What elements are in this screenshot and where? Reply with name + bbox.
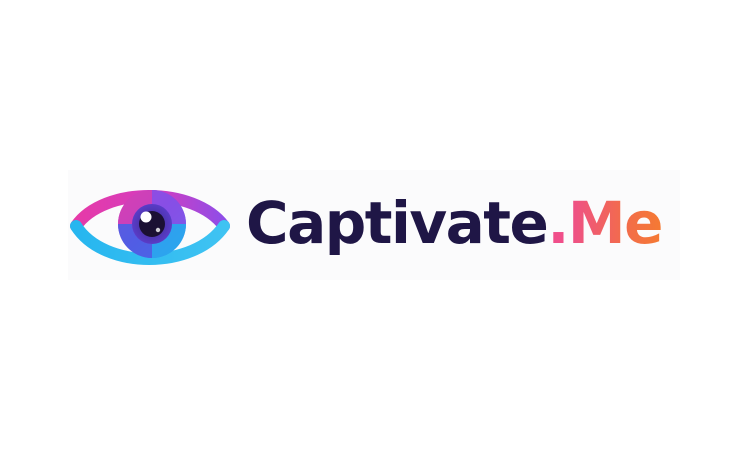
- brand-name-suffix: Me: [567, 189, 664, 257]
- brand-wordmark: Captivate.Me: [246, 183, 664, 263]
- eye-icon: [70, 190, 230, 265]
- brand-name-dot: .: [547, 189, 569, 257]
- brand-name-main: Captivate: [246, 189, 549, 257]
